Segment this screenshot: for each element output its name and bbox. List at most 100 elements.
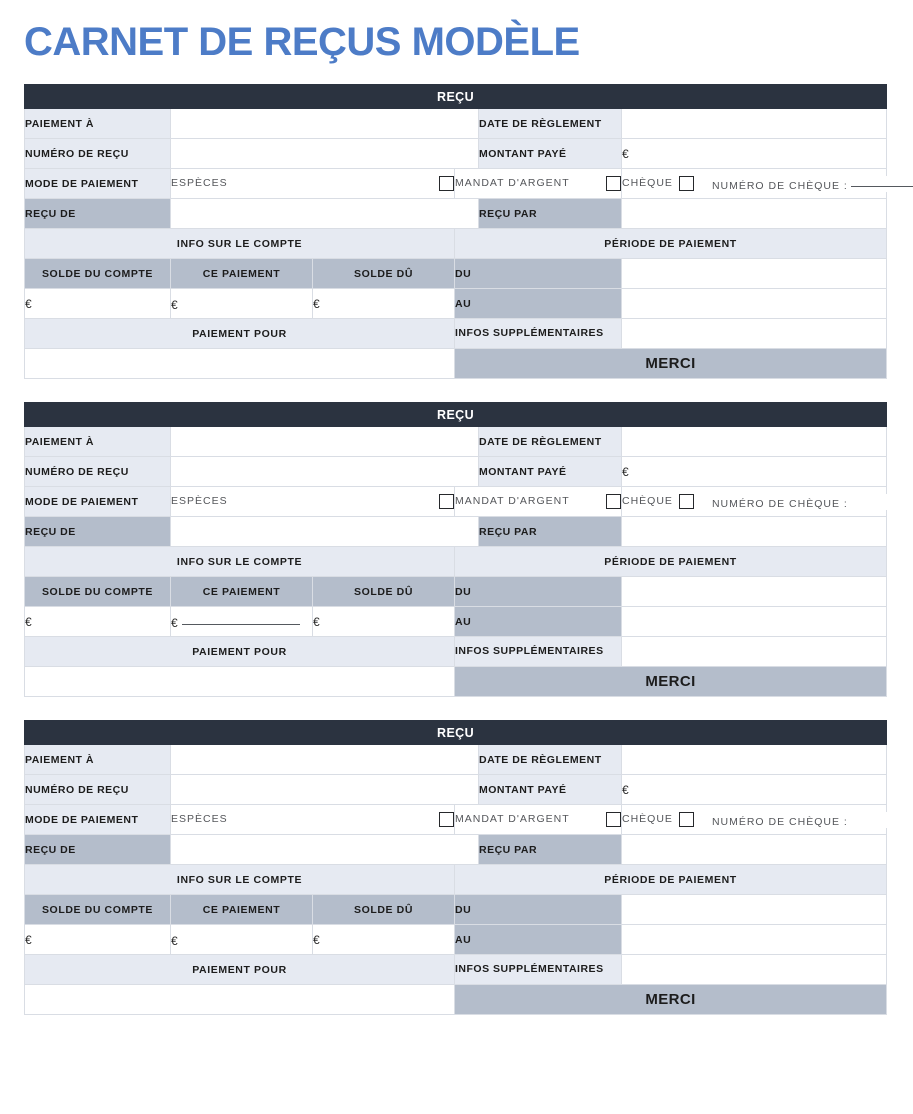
receipt-block-3: REÇU PAIEMENT À DATE DE RÈGLEMENT NUMÉRO… — [23, 720, 913, 1015]
input-this-payment[interactable]: € — [170, 288, 313, 319]
input-receipt-number[interactable] — [170, 138, 479, 169]
option-cheque-label: CHÈQUE — [622, 812, 673, 825]
input-received-from[interactable] — [170, 198, 479, 229]
input-additional-info[interactable] — [620, 954, 888, 985]
checkbox-cash[interactable] — [439, 176, 454, 191]
receipt-book-page: CARNET DE REÇUS MODÈLE REÇU PAIEMENT À D… — [0, 0, 913, 1114]
label-period-to: AU — [454, 924, 622, 955]
column-account-balance: SOLDE DU COMPTE — [24, 576, 171, 607]
cheque-number-label: NUMÉRO DE CHÈQUE : — [711, 497, 848, 510]
option-cash[interactable]: ESPÈCES — [170, 804, 455, 835]
input-receipt-number[interactable] — [170, 456, 479, 487]
option-cash[interactable]: ESPÈCES — [170, 168, 455, 199]
thank-you-band: MERCI — [453, 348, 888, 379]
input-account-balance[interactable]: € — [24, 606, 171, 637]
cheque-number-line — [850, 176, 913, 187]
option-cheque-group[interactable]: CHÈQUE NUMÉRO DE CHÈQUE : — [620, 168, 913, 199]
option-cheque-group[interactable]: CHÈQUE NUMÉRO DE CHÈQUE : — [620, 804, 913, 835]
input-amount-paid[interactable]: € — [620, 774, 888, 805]
input-additional-info[interactable] — [620, 636, 888, 667]
input-received-by[interactable] — [620, 516, 888, 547]
input-cheque-number[interactable]: NUMÉRO DE CHÈQUE : — [693, 175, 913, 192]
option-money-order-label: MANDAT D'ARGENT — [455, 494, 570, 507]
this-payment-line — [181, 614, 300, 625]
input-additional-info[interactable] — [620, 318, 888, 349]
option-cash[interactable]: ESPÈCES — [170, 486, 455, 517]
input-cheque-number[interactable]: NUMÉRO DE CHÈQUE : — [693, 493, 913, 510]
input-amount-paid[interactable]: € — [620, 138, 888, 169]
page-title: CARNET DE REÇUS MODÈLE — [24, 20, 580, 64]
input-settlement-date[interactable] — [620, 108, 888, 139]
input-account-balance[interactable]: € — [24, 924, 171, 955]
checkbox-cash[interactable] — [439, 812, 454, 827]
option-cheque-group[interactable]: CHÈQUE NUMÉRO DE CHÈQUE : — [620, 486, 913, 517]
input-period-to[interactable] — [620, 606, 888, 637]
euro-symbol: € — [25, 296, 32, 311]
input-balance-due[interactable]: € — [312, 924, 455, 955]
label-receipt-number: NUMÉRO DE REÇU — [24, 456, 171, 487]
checkbox-cheque[interactable] — [678, 494, 694, 509]
input-period-to[interactable] — [620, 924, 888, 955]
label-received-by: REÇU PAR — [478, 198, 622, 229]
input-received-by[interactable] — [620, 198, 888, 229]
section-payment-period: PÉRIODE DE PAIEMENT — [453, 546, 888, 577]
input-period-from[interactable] — [620, 576, 888, 607]
input-this-payment[interactable]: € — [170, 924, 313, 955]
input-period-from[interactable] — [620, 258, 888, 289]
input-received-from[interactable] — [170, 516, 479, 547]
euro-symbol: € — [313, 932, 320, 947]
input-payment-for[interactable] — [24, 666, 455, 697]
label-pay-to: PAIEMENT À — [24, 426, 171, 457]
input-pay-to[interactable] — [170, 426, 479, 457]
input-period-from[interactable] — [620, 894, 888, 925]
checkbox-money-order[interactable] — [606, 812, 621, 827]
input-balance-due[interactable]: € — [312, 288, 455, 319]
section-account-info: INFO SUR LE COMPTE — [24, 228, 455, 259]
input-account-balance[interactable]: € — [24, 288, 171, 319]
input-amount-paid[interactable]: € — [620, 456, 888, 487]
label-additional-info: INFOS SUPPLÉMENTAIRES — [454, 318, 622, 349]
label-payment-method: MODE DE PAIEMENT — [24, 168, 171, 199]
checkbox-cheque[interactable] — [678, 176, 694, 191]
section-account-info: INFO SUR LE COMPTE — [24, 864, 455, 895]
option-money-order[interactable]: MANDAT D'ARGENT — [454, 486, 622, 517]
euro-symbol: € — [313, 296, 320, 311]
input-payment-for[interactable] — [24, 348, 455, 379]
option-cash-label: ESPÈCES — [171, 176, 228, 189]
section-payment-for: PAIEMENT POUR — [24, 318, 455, 349]
input-settlement-date[interactable] — [620, 744, 888, 775]
option-cheque-label: CHÈQUE — [622, 494, 673, 507]
label-received-by: REÇU PAR — [478, 516, 622, 547]
receipt-block-1: REÇU PAIEMENT À DATE DE RÈGLEMENT NUMÉRO… — [23, 84, 913, 379]
input-received-by[interactable] — [620, 834, 888, 865]
thank-you-band: MERCI — [453, 666, 888, 697]
column-balance-due: SOLDE DÛ — [312, 576, 455, 607]
checkbox-cash[interactable] — [439, 494, 454, 509]
option-money-order-label: MANDAT D'ARGENT — [455, 812, 570, 825]
label-pay-to: PAIEMENT À — [24, 108, 171, 139]
input-received-from[interactable] — [170, 834, 479, 865]
option-money-order[interactable]: MANDAT D'ARGENT — [454, 804, 622, 835]
option-cash-label: ESPÈCES — [171, 494, 228, 507]
input-settlement-date[interactable] — [620, 426, 888, 457]
column-balance-due: SOLDE DÛ — [312, 258, 455, 289]
checkbox-money-order[interactable] — [606, 176, 621, 191]
section-payment-for: PAIEMENT POUR — [24, 636, 455, 667]
euro-symbol: € — [171, 933, 178, 948]
input-pay-to[interactable] — [170, 744, 479, 775]
checkbox-cheque[interactable] — [678, 812, 694, 827]
option-money-order[interactable]: MANDAT D'ARGENT — [454, 168, 622, 199]
label-received-from: REÇU DE — [24, 198, 171, 229]
thank-you-band: MERCI — [453, 984, 888, 1015]
label-pay-to: PAIEMENT À — [24, 744, 171, 775]
input-this-payment[interactable]: € — [170, 606, 313, 637]
input-period-to[interactable] — [620, 288, 888, 319]
input-pay-to[interactable] — [170, 108, 479, 139]
input-receipt-number[interactable] — [170, 774, 479, 805]
input-balance-due[interactable]: € — [312, 606, 455, 637]
option-cash-label: ESPÈCES — [171, 812, 228, 825]
input-cheque-number[interactable]: NUMÉRO DE CHÈQUE : — [693, 811, 913, 828]
checkbox-money-order[interactable] — [606, 494, 621, 509]
input-payment-for[interactable] — [24, 984, 455, 1015]
this-payment-line — [182, 296, 300, 307]
